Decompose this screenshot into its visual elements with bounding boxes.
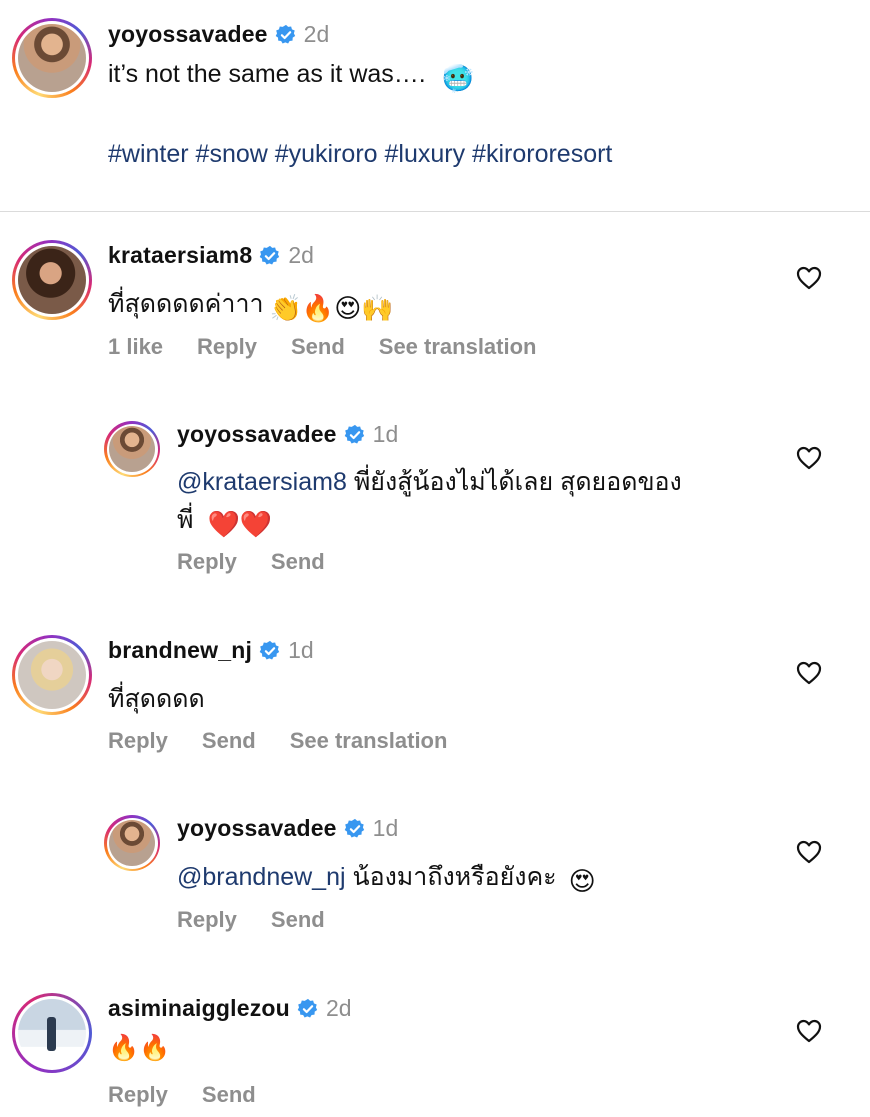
verified-badge-icon — [344, 424, 364, 444]
reply-text-cont: พี่ — [177, 506, 194, 534]
comment-username[interactable]: asiminaigglezou — [108, 995, 290, 1022]
reply-text-line-2: พี่ ❤️❤️ — [177, 500, 272, 540]
reply-time: 1d — [372, 421, 399, 447]
likes-count[interactable]: 1 like — [108, 334, 163, 360]
reply-actions: Reply Send — [177, 907, 359, 933]
reply-actions: Reply Send — [177, 549, 359, 575]
cold-face-emoji: 🥶 — [441, 63, 475, 93]
heart-outline-icon[interactable] — [796, 661, 822, 685]
comment-username[interactable]: krataersiam8 — [108, 242, 252, 269]
reply-button[interactable]: Reply — [108, 1082, 168, 1108]
divider — [0, 211, 870, 212]
mention-link[interactable]: @krataersiam8 — [177, 468, 347, 496]
verified-badge-icon — [297, 998, 318, 1018]
reply-button[interactable]: Reply — [197, 334, 257, 360]
comment-actions: Reply Send See translation — [108, 728, 481, 754]
reply-text-line-1: @krataersiam8 พี่ยังสู้น้องไม่ได้เลย สุด… — [177, 462, 682, 502]
comment-text: ที่สุดดดดค่าาา — [108, 290, 264, 318]
caption-text: it’s not the same as it was…. — [108, 60, 426, 88]
send-button[interactable]: Send — [271, 907, 325, 933]
mention-link[interactable]: @brandnew_nj — [177, 863, 346, 891]
comment-text: ที่สุดดดด — [108, 685, 205, 713]
reply-avatar[interactable] — [104, 421, 160, 477]
reply-time: 1d — [372, 815, 399, 841]
reply-button[interactable]: Reply — [177, 549, 237, 575]
verified-badge-icon — [275, 24, 295, 44]
reply-avatar[interactable] — [104, 815, 160, 871]
caption-hashtags[interactable]: #winter #snow #yukiroro #luxury #kiroror… — [108, 140, 612, 169]
heart-outline-icon[interactable] — [796, 266, 822, 290]
reply-text: พี่ยังสู้น้องไม่ได้เลย สุดยอดของ — [353, 468, 682, 496]
verified-badge-icon — [260, 245, 280, 265]
send-button[interactable]: Send — [202, 1082, 256, 1108]
comment-time: 2d — [288, 242, 314, 268]
comment-time: 1d — [288, 637, 314, 663]
see-translation-button[interactable]: See translation — [379, 334, 537, 360]
comment-avatar[interactable] — [12, 993, 92, 1073]
heart-eyes-emoji: 😍 — [568, 866, 596, 896]
send-button[interactable]: Send — [271, 549, 325, 575]
reply-text: น้องมาถึงหรือยังคะ — [352, 863, 557, 891]
heart-outline-icon[interactable] — [796, 1019, 822, 1043]
comment-emojis: 👏🔥😍🙌 — [269, 293, 394, 323]
verified-badge-icon — [344, 818, 364, 838]
comment-text-line: ที่สุดดดดค่าาา 👏🔥😍🙌 — [108, 284, 394, 324]
verified-badge-icon — [259, 640, 280, 660]
comment-avatar[interactable] — [12, 240, 92, 320]
heart-outline-icon[interactable] — [796, 446, 822, 470]
reply-button[interactable]: Reply — [177, 907, 237, 933]
caption-username[interactable]: yoyossavadee — [108, 21, 268, 48]
caption-time: 2d — [303, 21, 330, 47]
comment-emojis: 🔥🔥 — [108, 1034, 171, 1062]
send-button[interactable]: Send — [202, 728, 256, 754]
caption-text-line: it’s not the same as it was…. 🥶 — [108, 60, 474, 94]
comment-time: 2d — [325, 995, 352, 1021]
reply-button[interactable]: Reply — [108, 728, 168, 754]
reply-username[interactable]: yoyossavadee — [177, 815, 337, 842]
comment-username[interactable]: brandnew_nj — [108, 637, 252, 664]
heart-outline-icon[interactable] — [796, 840, 822, 864]
reply-username[interactable]: yoyossavadee — [177, 421, 337, 448]
comment-actions: 1 like Reply Send See translation — [108, 334, 570, 360]
send-button[interactable]: Send — [291, 334, 345, 360]
comment-actions: Reply Send — [108, 1082, 290, 1108]
see-translation-button[interactable]: See translation — [290, 728, 448, 754]
hearts-emoji: ❤️❤️ — [207, 509, 273, 539]
caption-avatar[interactable] — [12, 18, 92, 98]
comment-avatar[interactable] — [12, 635, 92, 715]
reply-text-line: @brandnew_nj น้องมาถึงหรือยังคะ 😍 — [177, 857, 596, 897]
